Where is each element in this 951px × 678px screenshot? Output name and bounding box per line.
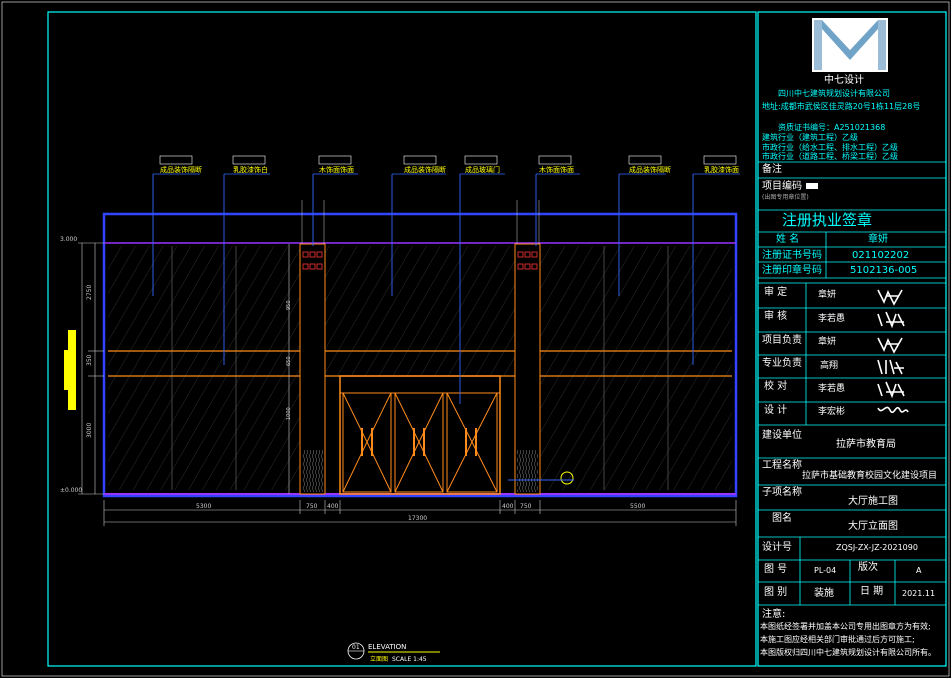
signer-name-3: 章妍 — [818, 337, 837, 347]
note-1: 本图纸经签署并加盖本公司专用出图章方为有效; — [760, 622, 931, 631]
company-cert: 资质证书编号：A251021368 — [778, 123, 886, 132]
company-address: 地址:成都市武侯区佳灵路20号1栋11层28号 — [762, 102, 921, 111]
seal-header: 注册执业签章 — [782, 211, 873, 229]
callout-label-2: 乳胶漆饰白 — [233, 165, 268, 174]
subitem-label: 子项名称 — [762, 487, 802, 498]
signer-role-4: 专业负责 — [762, 358, 802, 369]
elevation-title: ELEVATION — [368, 643, 406, 651]
signer-role-1: 审 定 — [764, 287, 788, 298]
bottom-dim-2: 750 — [306, 503, 318, 510]
left-dim-3: 3000 — [86, 423, 93, 438]
elevation-title-block: 01 ELEVATION 立面图 SCALE 1:45 — [347, 642, 440, 663]
signature-sh — [877, 311, 905, 329]
bottom-dim-total: 17300 — [408, 515, 427, 522]
project-name: 拉萨市基础教育校园文化建设项目 — [802, 471, 938, 481]
signer-role-3: 项目负责 — [762, 335, 802, 346]
version: A — [916, 566, 922, 575]
date-label: 日 期 — [860, 586, 884, 597]
signature-zyfz — [877, 359, 904, 375]
company-qual-2: 市政行业（给水工程、排水工程）乙级 — [762, 143, 898, 152]
elevation-subtitle: 立面图 — [370, 655, 388, 663]
design-no: ZQSJ-ZX-JZ-2021090 — [836, 543, 918, 552]
bottom-dim-4: 400 — [502, 503, 514, 510]
drawing-name-label: 图名 — [772, 513, 792, 524]
column-left-base — [302, 450, 323, 492]
client-label: 建设单位 — [762, 430, 802, 441]
company-qual-1: 建筑行业（建筑工程）乙级 — [762, 133, 858, 142]
remark-label: 备注 — [762, 164, 782, 175]
left-dimension-chain — [78, 242, 104, 495]
reg-label-3: 注册印章号码 — [762, 265, 822, 276]
signer-role-5: 校 对 — [764, 381, 788, 392]
bottom-dim-1: 5300 — [196, 503, 211, 510]
drawing-no: PL-04 — [814, 566, 837, 575]
column-mark-3: 1000 — [286, 407, 292, 420]
client-name: 拉萨市教育局 — [836, 439, 896, 450]
signature-sd — [877, 289, 903, 306]
callout-label-1: 成品装饰隔断 — [160, 165, 202, 174]
signer-role-2: 审 核 — [764, 311, 788, 322]
stamp-position-note: (出图专用章位置) — [762, 194, 809, 201]
reg-value-1: 章妍 — [868, 234, 888, 245]
signature-sj — [877, 406, 909, 414]
elevation-scale: SCALE 1:45 — [392, 656, 427, 663]
column-mark-2: 650 — [286, 356, 292, 366]
elevation-drawing: 成品装饰隔断 乳胶漆饰白 木饰面饰面 成品装饰隔断 成品玻璃门 木饰面饰面 成品… — [60, 155, 740, 663]
bottom-dim-5: 750 — [520, 503, 532, 510]
right-wall-hatch — [540, 246, 732, 490]
reg-label-2: 注册证书号码 — [762, 250, 822, 261]
callout-label-8: 乳胶漆饰面 — [704, 165, 739, 174]
project-no-label: 项目编码 — [762, 181, 802, 192]
column-right-base — [517, 450, 538, 492]
reg-value-3: 5102136-005 — [850, 265, 918, 276]
company-logo — [812, 18, 888, 72]
callout-label-5: 成品玻璃门 — [465, 165, 500, 174]
signature-jd — [877, 381, 905, 399]
version-label: 版次 — [858, 562, 878, 573]
left-dim-1: 2750 — [86, 285, 93, 300]
callout-tag-boxes — [159, 155, 737, 165]
drawing-no-label: 图 号 — [764, 564, 788, 575]
left-dim-2: 350 — [86, 354, 93, 366]
reg-label-1: 姓 名 — [776, 234, 800, 245]
signer-name-1: 章妍 — [818, 290, 837, 300]
note-2: 本施工图应经相关部门审批通过后方可施工; — [760, 635, 915, 644]
note-3: 本图版权归四川中七建筑规划设计有限公司所有。 — [760, 648, 936, 657]
level-floor: ±0.000 — [60, 487, 82, 494]
category-label: 图 别 — [764, 587, 788, 598]
category: 装施 — [814, 588, 834, 599]
level-top: 3.000 — [60, 236, 77, 243]
signature-xmfz — [877, 337, 903, 354]
date: 2021.11 — [902, 589, 936, 598]
project-no-box — [806, 183, 818, 189]
signer-role-6: 设 计 — [764, 405, 788, 416]
signer-name-5: 李若愚 — [818, 384, 846, 394]
center-wall-hatch — [325, 246, 515, 376]
company-qual-3: 市政行业（道路工程、桥梁工程）乙级 — [762, 152, 898, 161]
callout-label-6: 木饰面饰面 — [539, 165, 574, 174]
signer-name-2: 李若愚 — [818, 314, 846, 324]
signer-name-6: 李宏彬 — [818, 407, 846, 417]
left-dim-marker-icon — [64, 330, 76, 410]
drawing-name: 大厅立面图 — [848, 521, 898, 532]
callout-label-7: 成品装饰隔断 — [629, 165, 671, 174]
column-mark-1: 950 — [286, 300, 292, 310]
bottom-dim-3: 400 — [327, 503, 339, 510]
left-wall-hatch — [108, 246, 300, 490]
signer-name-4: 高翔 — [820, 361, 839, 371]
reg-value-2: 021102202 — [852, 250, 910, 261]
design-no-label: 设计号 — [762, 542, 792, 553]
callout-label-4: 成品装饰隔断 — [404, 165, 446, 174]
bottom-dim-6: 5500 — [630, 503, 645, 510]
callout-label-3: 木饰面饰面 — [319, 165, 354, 174]
notes-label: 注意: — [762, 609, 786, 620]
elevation-tag: 01 — [352, 644, 360, 651]
project-label: 工程名称 — [762, 460, 802, 471]
subitem-name: 大厅施工图 — [848, 496, 898, 507]
company-short-name: 中七设计 — [824, 75, 864, 86]
company-full-name: 四川中七建筑规划设计有限公司 — [778, 89, 890, 98]
